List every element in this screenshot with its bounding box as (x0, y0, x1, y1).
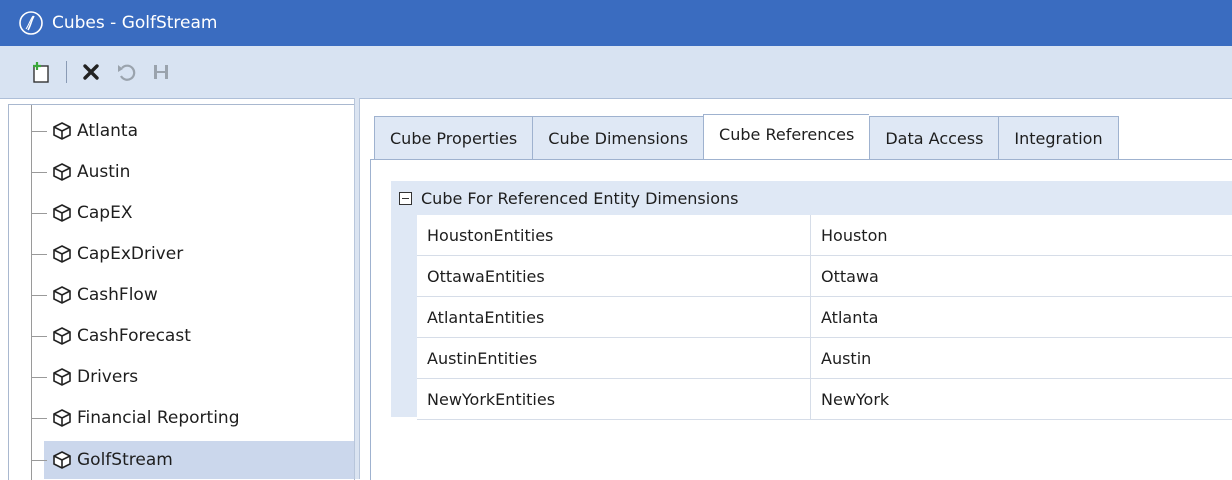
tree-item-drivers[interactable]: Drivers (9, 358, 354, 396)
tab-data-access[interactable]: Data Access (869, 116, 999, 160)
dimension-name-cell: AustinEntities (417, 338, 811, 378)
tree-item-cashforecast[interactable]: CashForecast (9, 317, 354, 355)
cube-icon (53, 451, 71, 469)
cube-icon (53, 245, 71, 263)
tree-item-label: Atlanta (77, 121, 138, 141)
tab-strip: Cube Properties Cube Dimensions Cube Ref… (374, 114, 1119, 160)
cube-value-cell[interactable]: Atlanta (811, 297, 878, 337)
group-label: Cube For Referenced Entity Dimensions (421, 188, 739, 208)
tree-item-cashflow[interactable]: CashFlow (9, 276, 354, 314)
tree-item-label: CashFlow (77, 285, 158, 305)
table-row[interactable]: OttawaEntities Ottawa (417, 256, 1232, 297)
tree-item-austin[interactable]: Austin (9, 153, 354, 191)
tree-item-atlanta[interactable]: Atlanta (9, 112, 354, 150)
onestream-logo-icon (18, 10, 44, 36)
group-indent-bar (391, 215, 417, 417)
tab-cube-properties[interactable]: Cube Properties (374, 116, 533, 160)
cube-value-cell[interactable]: NewYork (811, 379, 889, 419)
cube-icon (53, 409, 71, 427)
new-document-icon[interactable] (28, 58, 56, 86)
tree-item-label: CashForecast (77, 326, 191, 346)
cube-icon (53, 122, 71, 140)
tree-item-capex[interactable]: CapEX (9, 194, 354, 232)
tree-item-golfstream[interactable]: GolfStream (9, 441, 354, 479)
cube-detail-panel: Cube Properties Cube Dimensions Cube Ref… (360, 104, 1232, 480)
cube-references-content: Cube For Referenced Entity Dimensions Ho… (370, 159, 1232, 480)
cube-icon (53, 204, 71, 222)
undo-icon[interactable] (113, 58, 141, 86)
tab-integration[interactable]: Integration (998, 116, 1119, 160)
table-row[interactable]: HoustonEntities Houston (417, 215, 1232, 256)
cube-icon (53, 368, 71, 386)
cube-tree-panel: Atlanta Austin CapEX CapExDriver CashFlo… (8, 104, 355, 480)
cube-value-cell[interactable]: Ottawa (811, 256, 879, 296)
tree-item-label: Austin (77, 162, 131, 182)
tab-cube-references[interactable]: Cube References (703, 114, 870, 160)
tree-item-capexdriver[interactable]: CapExDriver (9, 235, 354, 273)
window-titlebar: Cubes - GolfStream (0, 0, 1232, 46)
group-header[interactable]: Cube For Referenced Entity Dimensions (391, 181, 1232, 215)
cube-value-cell[interactable]: Austin (811, 338, 871, 378)
table-row[interactable]: AtlantaEntities Atlanta (417, 297, 1232, 338)
dimension-name-cell: NewYorkEntities (417, 379, 811, 419)
cube-icon (53, 327, 71, 345)
cube-value-cell[interactable]: Houston (811, 215, 888, 255)
cube-icon (53, 286, 71, 304)
tree-item-label: Drivers (77, 367, 139, 387)
table-row[interactable]: NewYorkEntities NewYork (417, 379, 1232, 420)
cube-icon (53, 163, 71, 181)
dimension-name-cell: AtlantaEntities (417, 297, 811, 337)
window-title: Cubes - GolfStream (52, 13, 218, 33)
tree-item-financial-reporting[interactable]: Financial Reporting (9, 399, 354, 437)
toolbar (0, 46, 1232, 99)
toolbar-separator (66, 61, 67, 83)
tree-item-label: CapEX (77, 203, 133, 223)
collapse-toggle-icon[interactable] (399, 191, 412, 205)
tree-item-label: Financial Reporting (77, 408, 240, 428)
save-icon[interactable] (147, 58, 175, 86)
table-row[interactable]: AustinEntities Austin (417, 338, 1232, 379)
tab-cube-dimensions[interactable]: Cube Dimensions (532, 116, 704, 160)
tree-item-label: CapExDriver (77, 244, 184, 264)
tree-item-label: GolfStream (77, 450, 173, 470)
dimension-name-cell: HoustonEntities (417, 215, 811, 255)
delete-x-icon[interactable] (77, 58, 105, 86)
dimension-name-cell: OttawaEntities (417, 256, 811, 296)
